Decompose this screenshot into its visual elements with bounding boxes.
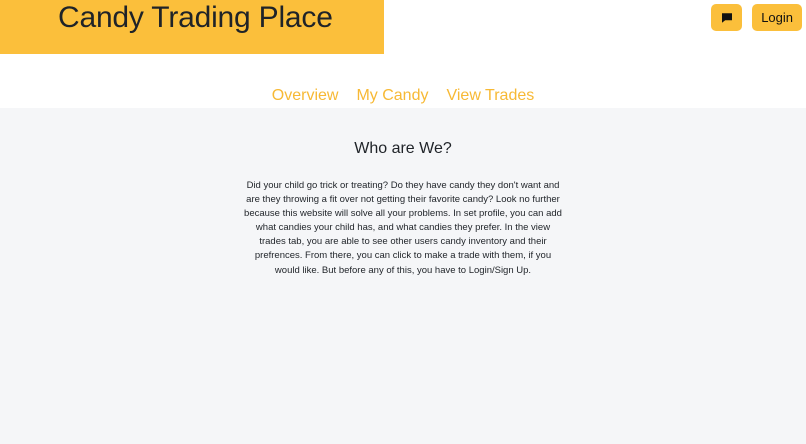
title-banner: Candy Trading Place <box>0 0 384 54</box>
login-button[interactable]: Login <box>752 4 802 31</box>
nav-view-trades[interactable]: View Trades <box>446 86 534 106</box>
header-actions: Login <box>711 4 802 31</box>
page: Candy Trading Place Login Overview My Ca… <box>0 0 806 444</box>
about-heading: Who are We? <box>354 140 452 157</box>
main-nav: Overview My Candy View Trades <box>0 86 806 106</box>
chat-bubble-icon <box>721 12 732 23</box>
about-text: Did your child go trick or treating? Do … <box>244 180 562 276</box>
main-content: Who are We? Did your child go trick or t… <box>0 108 806 444</box>
chat-button[interactable] <box>711 4 743 31</box>
nav-overview[interactable]: Overview <box>272 86 339 106</box>
nav-my-candy[interactable]: My Candy <box>356 86 428 106</box>
site-title: Candy Trading Place <box>58 1 333 34</box>
